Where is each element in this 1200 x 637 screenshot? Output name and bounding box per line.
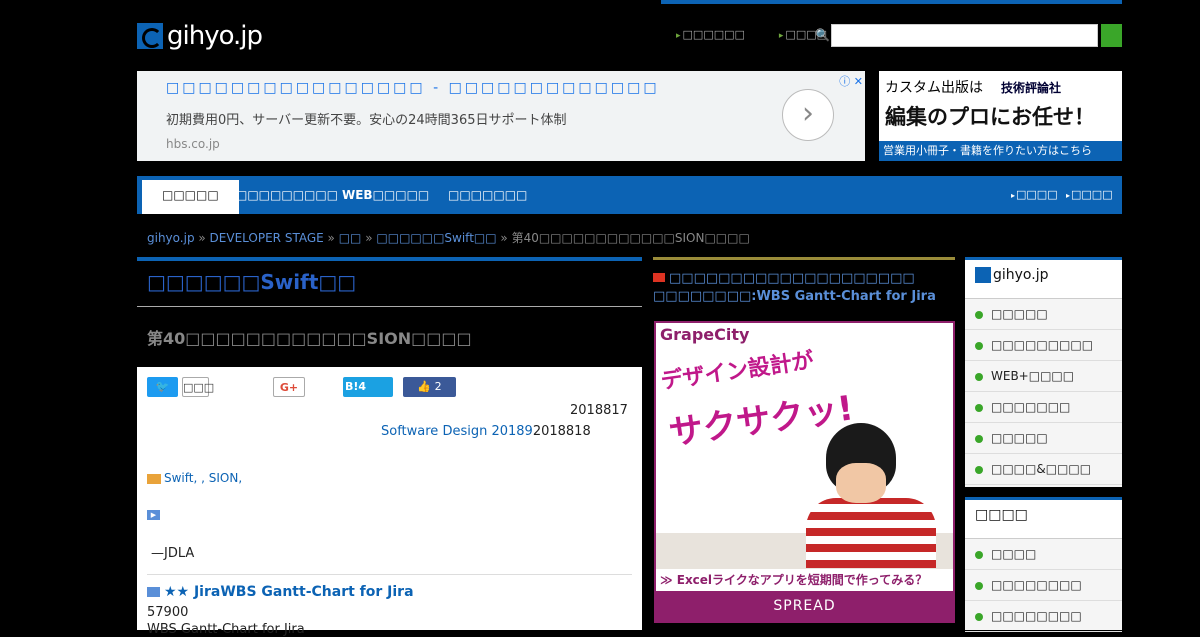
sidebar-item-4[interactable]: □□□□□□□ xyxy=(965,392,1122,423)
sponsor-brand: GrapeCity xyxy=(660,325,750,344)
banner-brand: 技術評論社 xyxy=(1001,81,1062,95)
sidebar-box-1: gihyo.jp □□□□□ □□□□□□□□□ WEB+□□□□ □□□□□□… xyxy=(965,257,1122,487)
search-button[interactable] xyxy=(1101,24,1122,47)
nav-item-4[interactable]: □□□□□□□ xyxy=(448,176,527,214)
crumb-home[interactable]: gihyo.jp xyxy=(147,231,195,245)
related-title[interactable]: ★★ JiraWBS Gantt-Chart for Jira xyxy=(147,584,414,600)
ad-url: hbs.co.jp xyxy=(166,137,220,151)
article-title: 第40□□□□□□□□□□□□SION□□□□ xyxy=(147,329,472,348)
logo-text: gihyo.jp xyxy=(167,21,263,51)
main-nav: □□□□□ □□□□□□□□□ WEB□□□□□ □□□□□□□ □□□□ □□… xyxy=(137,176,1122,214)
ad-description: 初期費用0円、サーバー更新不要。安心の24時間365日サポート体制 xyxy=(166,113,567,128)
article-body: 🐦 □□□ G+ B!4 👍 2 2018817 Software Design… xyxy=(137,367,642,637)
ad-info-icon[interactable]: ⓘ ✕ xyxy=(839,73,863,89)
source-date: 2018818 xyxy=(532,424,591,439)
crumb-stage[interactable]: DEVELOPER STAGE xyxy=(210,231,324,245)
nav-item-1[interactable]: □□□□□ xyxy=(142,180,239,214)
nav-right-1[interactable]: □□□□ xyxy=(1011,188,1058,201)
header-link-1[interactable]: □□□□□□ xyxy=(676,28,745,41)
sidebar-item-2[interactable]: □□□□□□□□□ xyxy=(965,330,1122,361)
nav-item-2[interactable]: □□□□□□□□□ xyxy=(236,176,338,214)
sidebar-box2-item-3[interactable]: □□□□□□□□ xyxy=(965,601,1122,632)
source-link[interactable]: Software Design 20189 xyxy=(381,424,533,439)
facebook-like-button[interactable]: 👍 2 xyxy=(403,377,456,397)
publish-date: 2018817 xyxy=(570,403,628,418)
logo-icon xyxy=(137,23,163,49)
sponsor-title[interactable]: □□□□□□□□□□□□□□□□□□□□ □□□□□□□□:WBS Gantt-… xyxy=(653,270,953,306)
custom-publishing-banner[interactable]: カスタム出版は 技術評論社 編集のプロにお任せ！ 営業用小冊子・書籍を作りたい方… xyxy=(879,71,1122,161)
breadcrumb: gihyo.jp » DEVELOPER STAGE » □□ » □□□□□□… xyxy=(147,231,750,245)
banner-line2: 編集のプロにお任せ！ xyxy=(885,105,1095,129)
sponsor-cta[interactable]: ≫ Excelライクなアプリを短期間で作ってみる？ xyxy=(656,569,953,591)
hatena-bookmark-button[interactable]: B!4 xyxy=(343,377,393,397)
ad-banner[interactable]: ⓘ ✕ □□□□□□□□□□□□□□□□ - □□□□□□□□□□□□□ 初期費… xyxy=(137,71,865,161)
site-logo[interactable]: gihyo.jp xyxy=(137,20,263,52)
play-icon xyxy=(147,587,160,597)
crumb-category[interactable]: □□ xyxy=(339,231,362,245)
banner-footer: 営業用小冊子・書籍を作りたい方はこちら xyxy=(879,141,1122,161)
series-title[interactable]: □□□□□□Swift□□ xyxy=(147,270,356,294)
sidebar-box2-item-2[interactable]: □□□□□□□□ xyxy=(965,570,1122,601)
sidebar-box-2: □□□□ □□□□ □□□□□□□□ □□□□□□□□ xyxy=(965,497,1122,632)
header-accent-bar xyxy=(661,0,1122,4)
related-number: 57900 xyxy=(147,605,189,620)
gplus-button[interactable]: G+ xyxy=(273,377,305,397)
nav-right-2[interactable]: □□□□ xyxy=(1066,188,1113,201)
sponsor-ad[interactable]: GrapeCity デザイン設計が サクサクッ! ≫ Excelライクなアプリを… xyxy=(654,321,955,623)
divider xyxy=(137,306,642,307)
logo-icon xyxy=(975,267,991,283)
ad-title[interactable]: □□□□□□□□□□□□□□□□ - □□□□□□□□□□□□□ xyxy=(166,80,660,96)
search-icon: 🔍 xyxy=(815,28,830,42)
sidebar-box2-item-1[interactable]: □□□□ xyxy=(965,539,1122,570)
crumb-series[interactable]: □□□□□□Swift□□ xyxy=(376,231,496,245)
search-input[interactable] xyxy=(831,24,1098,47)
chevron-right-icon[interactable]: › xyxy=(782,89,834,141)
sidebar-logo[interactable]: gihyo.jp xyxy=(965,257,1122,299)
banner-line1: カスタム出版は xyxy=(885,80,983,96)
crumb-current: 第40□□□□□□□□□□□□SION□□□□ xyxy=(511,231,750,245)
quote-attribution: —JDLA xyxy=(151,546,195,561)
tweet-button[interactable]: 🐦 xyxy=(147,377,178,397)
sponsor-footer: SPREAD xyxy=(656,591,953,621)
tag-icon xyxy=(147,473,161,484)
source-info: Software Design 201892018818 xyxy=(381,424,591,439)
sidebar-item-1[interactable]: □□□□□ xyxy=(965,299,1122,330)
flag-icon xyxy=(653,273,665,282)
child-illustration xyxy=(796,423,946,568)
tweet-count: □□□ xyxy=(182,377,214,397)
nav-item-3[interactable]: WEB□□□□□ xyxy=(342,176,429,214)
sidebar-box2-title: □□□□ xyxy=(965,497,1122,539)
sidebar-item-6[interactable]: □□□□&□□□□ xyxy=(965,454,1122,485)
article-accent-bar xyxy=(137,257,642,261)
sidebar-item-5[interactable]: □□□□□ xyxy=(965,423,1122,454)
play-icon[interactable]: ▶ xyxy=(147,510,160,520)
tags-text[interactable]: Swift, , SION, xyxy=(164,471,242,485)
divider xyxy=(147,574,632,575)
sidebar-item-3[interactable]: WEB+□□□□ xyxy=(965,361,1122,392)
sponsor-accent-bar xyxy=(653,257,955,260)
header-links: □□□□□□ □□□□ xyxy=(676,28,827,41)
tag-list: Swift, , SION, xyxy=(147,471,242,485)
